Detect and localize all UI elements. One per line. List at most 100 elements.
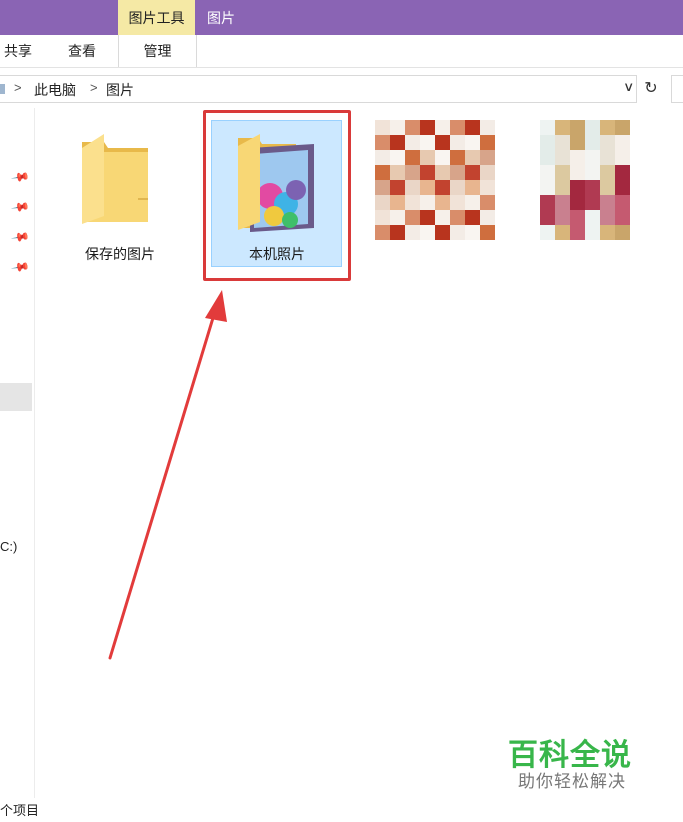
mosaic-tile: [435, 120, 450, 135]
mosaic-tile: [480, 210, 495, 225]
mosaic-tile: [450, 180, 465, 195]
breadcrumb-separator[interactable]: >: [90, 80, 98, 95]
navigation-pane: 📌 📌 📌 📌: [0, 108, 35, 798]
mosaic-tile: [540, 150, 555, 165]
mosaic-tile: [540, 135, 555, 150]
folder-icon: [82, 134, 148, 224]
mosaic-tile: [585, 180, 600, 195]
mosaic-tile: [435, 195, 450, 210]
mosaic-tile: [540, 180, 555, 195]
pixelated-image-thumbnail[interactable]: [540, 120, 630, 240]
mosaic-tile: [585, 165, 600, 180]
mosaic-tile: [615, 120, 630, 135]
tab-share[interactable]: 共享: [4, 35, 32, 67]
nav-selected-item[interactable]: [0, 383, 32, 411]
file-name: 保存的图片: [85, 246, 155, 262]
mosaic-tile: [420, 180, 435, 195]
mosaic-tile: [600, 225, 615, 240]
mosaic-tile: [420, 120, 435, 135]
mosaic-tile: [585, 195, 600, 210]
mosaic-tile: [375, 135, 390, 150]
mosaic-tile: [540, 120, 555, 135]
mosaic-tile: [480, 165, 495, 180]
title-bar: 图片工具 图片: [0, 0, 683, 35]
search-box[interactable]: [671, 75, 683, 103]
pin-icon[interactable]: 📌: [10, 197, 30, 217]
mosaic-tile: [450, 225, 465, 240]
mosaic-tile: [555, 150, 570, 165]
tab-manage[interactable]: 管理: [118, 35, 197, 67]
pin-icon[interactable]: 📌: [10, 257, 30, 277]
mosaic-tile: [570, 120, 585, 135]
mosaic-tile: [390, 135, 405, 150]
mosaic-tile: [450, 135, 465, 150]
mosaic-tile: [435, 165, 450, 180]
mosaic-tile: [405, 150, 420, 165]
mosaic-tile: [465, 150, 480, 165]
breadcrumb-this-pc[interactable]: 此电脑: [34, 80, 76, 100]
tab-view[interactable]: 查看: [68, 35, 96, 67]
mosaic-tile: [615, 225, 630, 240]
mosaic-tile: [465, 165, 480, 180]
mosaic-tile: [435, 210, 450, 225]
mosaic-tile: [540, 210, 555, 225]
mosaic-tile: [405, 210, 420, 225]
nav-item-drive-c[interactable]: C:): [0, 539, 17, 554]
mosaic-tile: [600, 120, 615, 135]
mosaic-tile: [555, 135, 570, 150]
mosaic-tile: [540, 225, 555, 240]
mosaic-tile: [420, 195, 435, 210]
mosaic-tile: [375, 165, 390, 180]
mosaic-tile: [390, 180, 405, 195]
mosaic-tile: [600, 135, 615, 150]
breadcrumb-separator[interactable]: >: [14, 80, 22, 95]
status-bar: 个项目: [0, 798, 683, 822]
mosaic-tile: [435, 225, 450, 240]
mosaic-tile: [570, 195, 585, 210]
mosaic-tile: [375, 195, 390, 210]
mosaic-tile: [420, 225, 435, 240]
watermark-subtitle: 助你轻松解决: [518, 772, 626, 791]
mosaic-tile: [390, 210, 405, 225]
mosaic-tile: [555, 195, 570, 210]
mosaic-tile: [480, 180, 495, 195]
mosaic-tile: [600, 165, 615, 180]
mosaic-tile: [420, 165, 435, 180]
mosaic-tile: [465, 210, 480, 225]
refresh-icon[interactable]: ↻: [640, 78, 662, 100]
mosaic-tile: [465, 195, 480, 210]
mosaic-tile: [540, 165, 555, 180]
address-dropdown-chevron-icon[interactable]: ∨: [624, 79, 635, 95]
mosaic-tile: [375, 210, 390, 225]
mosaic-tile: [390, 165, 405, 180]
mosaic-tile: [465, 135, 480, 150]
breadcrumb-pictures[interactable]: 图片: [106, 80, 134, 100]
mosaic-tile: [570, 165, 585, 180]
mosaic-tile: [570, 135, 585, 150]
address-bar[interactable]: > 此电脑 > 图片 ∨: [0, 75, 637, 103]
mosaic-tile: [405, 165, 420, 180]
mosaic-tile: [600, 210, 615, 225]
mosaic-tile: [555, 210, 570, 225]
mosaic-tile: [390, 120, 405, 135]
mosaic-tile: [465, 225, 480, 240]
mosaic-tile: [375, 180, 390, 195]
mosaic-tile: [405, 180, 420, 195]
mosaic-tile: [555, 120, 570, 135]
mosaic-tile: [540, 195, 555, 210]
mosaic-tile: [570, 150, 585, 165]
pc-icon: [0, 84, 5, 94]
mosaic-tile: [435, 180, 450, 195]
pin-icon[interactable]: 📌: [10, 167, 30, 187]
mosaic-tile: [480, 135, 495, 150]
mosaic-tile: [450, 165, 465, 180]
mosaic-tile: [555, 165, 570, 180]
pixelated-image-thumbnail[interactable]: [375, 120, 495, 240]
file-item-saved-pictures[interactable]: 保存的图片: [70, 128, 170, 268]
mosaic-tile: [405, 195, 420, 210]
mosaic-tile: [450, 195, 465, 210]
picture-tools-tab[interactable]: 图片工具: [118, 0, 195, 35]
mosaic-tile: [480, 120, 495, 135]
mosaic-tile: [615, 165, 630, 180]
pin-icon[interactable]: 📌: [10, 227, 30, 247]
